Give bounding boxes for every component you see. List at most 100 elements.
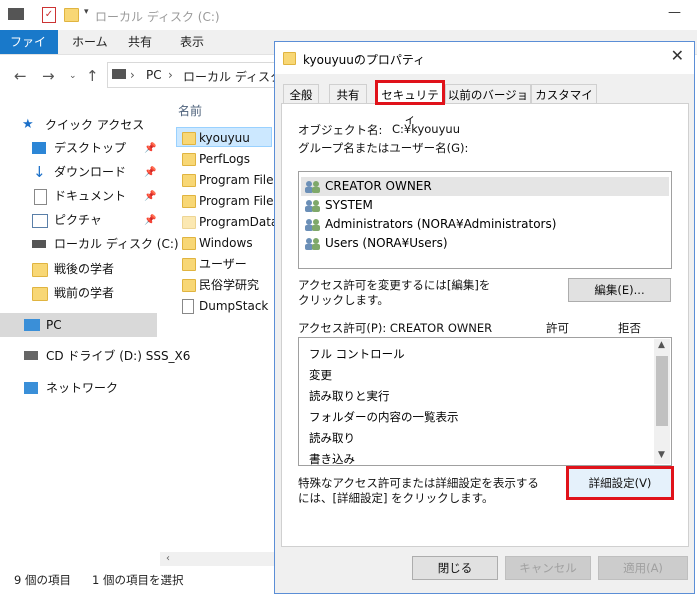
document-icon (34, 189, 47, 205)
up-arrow-icon[interactable]: ↑ (86, 67, 99, 85)
pin-icon[interactable]: 📌 (144, 143, 156, 154)
status-selected-count: 1 個の項目を選択 (92, 573, 184, 587)
deny-column-header: 拒否 (618, 321, 641, 335)
tab-customize[interactable]: カスタマイズ (531, 84, 597, 122)
scroll-down-icon[interactable]: ▼ (658, 450, 665, 460)
permissions-listbox[interactable]: フル コントロール 変更 読み取りと実行 フォルダーの内容の一覧表示 読み取り … (298, 337, 672, 466)
permission-item: フォルダーの内容の一覧表示 (309, 410, 459, 424)
file-name: 民俗学研究 (199, 278, 260, 292)
close-icon[interactable]: ✕ (671, 46, 684, 65)
object-name-label: オブジェクト名: (298, 123, 383, 137)
folder-icon (182, 132, 196, 145)
file-name: PerfLogs (199, 152, 251, 166)
folder-icon (182, 195, 196, 208)
users-icon (304, 180, 322, 193)
group-name: CREATOR OWNER (325, 179, 432, 193)
tab-general[interactable]: 全般 (283, 84, 319, 104)
column-header-name[interactable]: 名前 (178, 102, 202, 119)
permission-item: 書き込み (309, 452, 355, 466)
tab-home[interactable]: ホーム (62, 30, 118, 54)
permission-item: フル コントロール (309, 347, 405, 361)
pictures-icon (32, 214, 48, 228)
nav-label: 戦後の学者 (54, 262, 115, 276)
pc-address-icon (112, 69, 126, 79)
tab-share[interactable]: 共有 (118, 30, 162, 54)
nav-label: ダウンロード (54, 165, 127, 179)
pin-icon[interactable]: 📌 (144, 167, 156, 178)
properties-dialog: kyouyuuのプロパティ ✕ 全般 共有 セキュリティ 以前のバージョン カス… (274, 41, 695, 594)
scrollbar-thumb[interactable] (656, 356, 668, 426)
groups-listbox[interactable]: CREATOR OWNER SYSTEM Administrators (NOR… (298, 171, 672, 269)
edit-button[interactable]: 編集(E)... (568, 278, 671, 302)
close-button[interactable]: 閉じる (412, 556, 498, 580)
security-tab-panel: オブジェクト名: C:¥kyouyuu グループ名またはユーザー名(G): CR… (281, 103, 689, 547)
drive-icon (8, 8, 24, 20)
file-name: DumpStack (199, 299, 269, 313)
cd-drive-icon (24, 351, 38, 360)
permission-item: 読み取り (309, 431, 355, 445)
quick-access-dropdown-icon[interactable]: ▾ (84, 7, 89, 17)
group-name: SYSTEM (325, 198, 373, 212)
nav-label: CD ドライブ (D:) SSS_X6 (46, 349, 191, 363)
permissions-label: アクセス許可(P): CREATOR OWNER (298, 321, 493, 335)
tab-view[interactable]: 表示 (170, 30, 214, 54)
group-name: Administrators (NORA¥Administrators) (325, 217, 557, 231)
permission-item: 変更 (309, 368, 332, 382)
file-name: kyouyuu (199, 131, 250, 145)
pc-icon (24, 319, 40, 331)
edit-hint-line1: アクセス許可を変更するには[編集]を (298, 278, 491, 292)
explorer-titlebar: ✓ ▾ ローカル ディスク (C:) — (0, 0, 697, 30)
new-folder-icon[interactable] (64, 8, 79, 22)
address-separator: › (130, 68, 135, 82)
scroll-left-icon[interactable]: ‹ (166, 553, 170, 564)
file-name: ProgramData (199, 215, 279, 229)
status-item-count: 9 個の項目 (14, 573, 71, 587)
properties-icon[interactable]: ✓ (42, 7, 56, 23)
nav-label: ローカル ディスク (C:) (54, 237, 179, 251)
forward-arrow-icon[interactable]: → (42, 67, 55, 85)
folder-icon (182, 279, 196, 292)
group-item[interactable]: CREATOR OWNER (301, 177, 669, 196)
recent-dropdown-icon[interactable]: ⌄ (69, 71, 77, 81)
nav-label: ドキュメント (54, 189, 127, 203)
groups-label: グループ名またはユーザー名(G): (298, 141, 469, 155)
dialog-title: kyouyuuのプロパティ (303, 53, 426, 67)
apply-button[interactable]: 適用(A) (598, 556, 688, 580)
tab-file[interactable]: ファイル (0, 30, 58, 73)
permissions-scrollbar[interactable]: ▲ ▼ (654, 339, 670, 464)
nav-label: PC (46, 318, 62, 332)
tab-previous-versions[interactable]: 以前のバージョン (445, 84, 531, 122)
tab-sharing[interactable]: 共有 (329, 84, 367, 104)
file-name: Program Files (199, 194, 280, 208)
minimize-button[interactable]: — (668, 5, 681, 20)
address-bar[interactable]: › PC › ローカル ディスク (C: (107, 62, 303, 88)
edit-hint-line2: クリックします。 (298, 293, 389, 307)
download-icon: ↓ (33, 163, 46, 181)
folder-icon (182, 237, 196, 250)
network-icon (24, 382, 38, 394)
cancel-button[interactable]: キャンセル (505, 556, 591, 580)
folder-icon (32, 263, 48, 277)
scroll-up-icon[interactable]: ▲ (658, 340, 665, 350)
back-arrow-icon[interactable]: ← (14, 67, 27, 85)
nav-label: 戦前の学者 (54, 286, 115, 300)
nav-label: ネットワーク (46, 381, 119, 395)
star-icon: ★ (22, 117, 34, 132)
pin-icon[interactable]: 📌 (144, 191, 156, 202)
allow-column-header: 許可 (546, 321, 569, 335)
folder-icon (182, 174, 196, 187)
permission-item: 読み取りと実行 (309, 389, 390, 403)
window-title: ローカル ディスク (C:) (95, 10, 220, 24)
advanced-hint-line1: 特殊なアクセス許可または詳細設定を表示する (298, 476, 539, 490)
advanced-settings-button[interactable]: 詳細設定(V) (566, 466, 674, 500)
object-name-value: C:¥kyouyuu (392, 122, 460, 136)
tab-security[interactable]: セキュリティ (375, 80, 445, 126)
pin-icon[interactable]: 📌 (144, 215, 156, 226)
file-name: ユーザー (199, 257, 247, 271)
hidden-folder-icon (182, 216, 196, 229)
file-icon (182, 299, 194, 314)
address-pc[interactable]: PC (146, 68, 162, 82)
folder-icon (182, 258, 196, 271)
folder-icon (32, 287, 48, 301)
desktop-icon (32, 142, 46, 154)
